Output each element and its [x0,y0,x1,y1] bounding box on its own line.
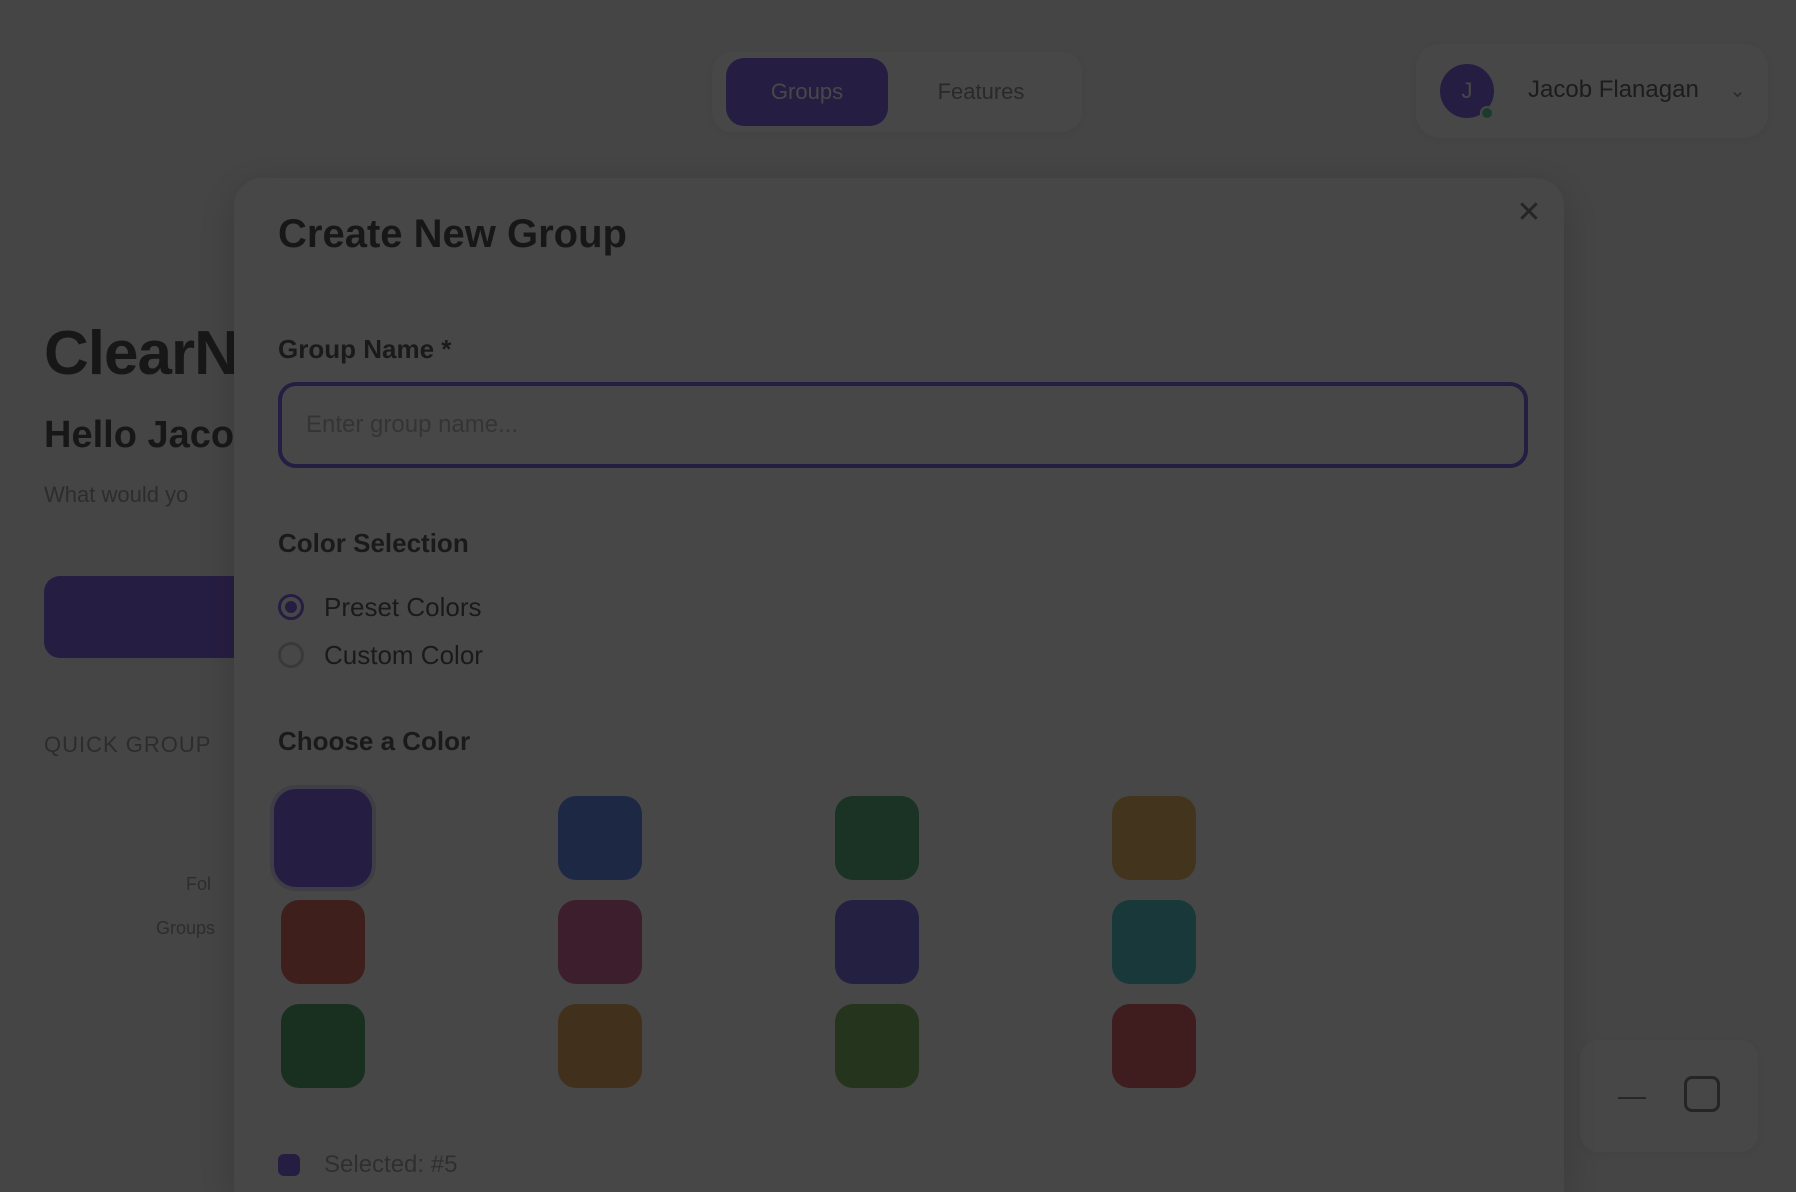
custom-color-option[interactable]: Custom Color [278,638,483,672]
square-icon[interactable] [1684,1076,1720,1112]
color-swatch[interactable] [558,1004,642,1088]
brand-logo: ClearN [44,319,239,388]
color-swatch[interactable] [1112,796,1196,880]
color-preview-dot [278,1154,300,1176]
greeting-subtitle: What would yo [44,482,189,507]
section-heading: QUICK GROUP [44,732,212,757]
create-group-modal: ✕ Create New Group Group Name * Color Se… [234,178,1564,1192]
group-name-label: Group Name * [278,334,452,364]
color-swatch[interactable] [835,796,919,880]
minus-icon[interactable]: — [1618,1080,1646,1112]
color-swatch[interactable] [835,1004,919,1088]
radio-button[interactable] [278,594,304,620]
color-swatch[interactable] [281,900,365,984]
color-swatch[interactable] [1112,1004,1196,1088]
radio-label: Custom Color [324,639,483,670]
selected-color-preview: Selected: #5 [278,1148,457,1182]
top-nav: Groups Features [712,52,1082,132]
user-name: Jacob Flanagan [1528,76,1699,103]
online-status-icon [1480,106,1494,120]
group-name-input[interactable] [278,382,1528,468]
chevron-down-icon[interactable]: ⌄ [1729,78,1746,103]
color-swatch[interactable] [274,789,372,887]
user-menu[interactable]: J Jacob Flanagan ⌄ [1416,44,1768,138]
close-icon[interactable]: ✕ [1504,188,1554,238]
tab-groups[interactable]: Groups [726,58,888,126]
color-selection-label: Color Selection [278,528,469,558]
tab-features[interactable]: Features [896,58,1066,126]
color-swatch[interactable] [558,900,642,984]
modal-title: Create New Group [278,212,627,256]
floating-toolbar: — [1580,1040,1758,1152]
choose-color-label: Choose a Color [278,726,471,756]
radio-label: Preset Colors [324,591,482,622]
color-swatch[interactable] [835,900,919,984]
radio-button[interactable] [278,642,304,668]
selected-color-text: Selected: #5 [324,1151,458,1178]
color-swatch[interactable] [281,1004,365,1088]
greeting-heading: Hello Jaco [44,414,235,456]
background-label: Fol [186,874,212,894]
background-label: Groups [156,918,216,938]
preset-colors-option[interactable]: Preset Colors [278,590,482,624]
color-swatch[interactable] [1112,900,1196,984]
color-swatch[interactable] [558,796,642,880]
